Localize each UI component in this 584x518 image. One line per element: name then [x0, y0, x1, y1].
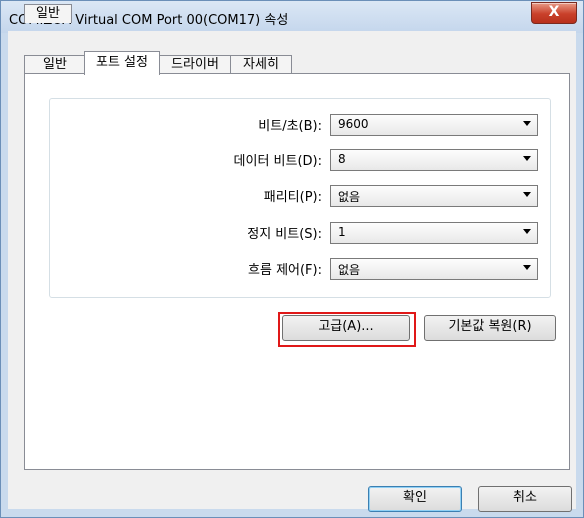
ok-button[interactable]: 확인	[368, 486, 462, 512]
chevron-down-icon	[523, 192, 531, 197]
flow-control-value: 없음	[338, 263, 361, 277]
parity-value: 없음	[338, 190, 361, 204]
chevron-down-icon	[523, 121, 531, 126]
title-bar[interactable]: COMIZOA Virtual COM Port 00(COM17) 속성 X	[1, 1, 583, 33]
cancel-button[interactable]: 취소	[478, 486, 572, 512]
close-icon: X	[548, 4, 560, 20]
data-bits-value: 8	[338, 152, 346, 166]
tab-general[interactable]: 일반	[24, 4, 72, 23]
parity-label: 패리티(P):	[263, 190, 322, 205]
tab-port-settings-label: 포트 설정	[96, 55, 148, 70]
bits-per-second-select[interactable]: 9600	[330, 114, 538, 136]
tab-general-label: 일반	[36, 6, 60, 21]
bits-per-second-label: 비트/초(B):	[258, 119, 322, 134]
flow-control-label: 흐름 제어(F):	[248, 263, 322, 278]
close-button[interactable]: X	[531, 2, 577, 24]
tab-driver[interactable]: 드라이버	[158, 55, 232, 74]
parity-select[interactable]: 없음	[330, 185, 538, 207]
tab-details-label: 자세히	[243, 57, 279, 72]
chevron-down-icon	[523, 265, 531, 270]
highlight-box	[278, 312, 416, 347]
stop-bits-label: 정지 비트(S):	[247, 227, 322, 242]
data-bits-select[interactable]: 8	[330, 149, 538, 171]
tab-general-label: 일반	[43, 57, 67, 72]
tab-port-settings[interactable]: 포트 설정	[84, 51, 160, 75]
data-bits-label: 데이터 비트(D):	[233, 154, 322, 169]
flow-control-select[interactable]: 없음	[330, 258, 538, 280]
tab-details[interactable]: 자세히	[230, 55, 292, 74]
stop-bits-value: 1	[338, 225, 346, 239]
tab-driver-label: 드라이버	[171, 57, 219, 72]
stop-bits-select[interactable]: 1	[330, 222, 538, 244]
tab-general[interactable]: 일반	[24, 55, 86, 74]
bits-per-second-value: 9600	[338, 117, 369, 131]
chevron-down-icon	[523, 229, 531, 234]
restore-defaults-button[interactable]: 기본값 복원(R)	[424, 315, 556, 341]
chevron-down-icon	[523, 156, 531, 161]
